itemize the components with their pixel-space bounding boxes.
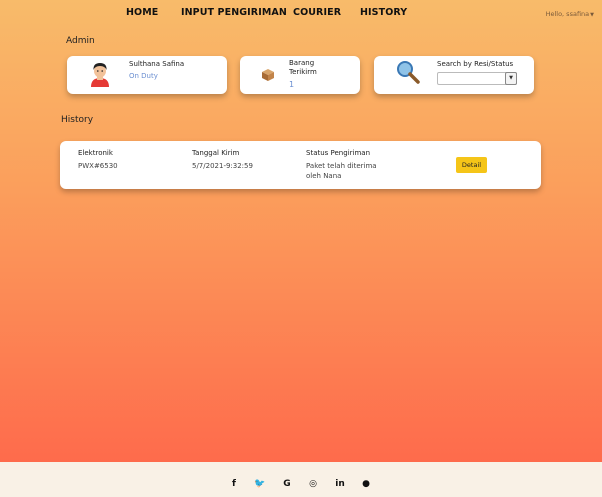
facebook-icon[interactable]: f xyxy=(228,479,240,489)
search-card: Search by Resi/Status ▼ xyxy=(374,56,534,94)
linkedin-icon[interactable]: in xyxy=(334,479,346,489)
user-menu[interactable]: Hello, ssafina▼ xyxy=(546,10,594,18)
delivered-label-line2: Terikirm xyxy=(289,68,317,76)
profile-status: On Duty xyxy=(129,72,158,80)
nav-item-input-pengiriman[interactable]: INPUT PENGIRIMAN xyxy=(181,7,287,18)
column-header-elektronik: Elektronik xyxy=(78,149,113,157)
delivered-card: Barang Terikirm 1 xyxy=(240,56,360,94)
column-header-status-pengiriman: Status Pengiriman xyxy=(306,149,371,157)
delivered-label: Barang Terikirm xyxy=(289,59,317,77)
user-greeting: Hello, ssafina xyxy=(545,10,590,18)
history-row-status-line2: oleh Nana xyxy=(306,172,342,180)
top-nav: HOME INPUT PENGIRIMAN COURIER HISTORY xyxy=(0,7,602,19)
admin-section-title: Admin xyxy=(66,36,95,46)
nav-item-courier[interactable]: COURIER xyxy=(293,7,341,18)
detail-button[interactable]: Detail xyxy=(456,157,487,173)
chevron-down-icon: ▼ xyxy=(590,12,594,18)
history-row-resi: PWX#6530 xyxy=(78,162,118,170)
history-section-title: History xyxy=(61,115,94,125)
history-card: Elektronik Tanggal Kirim Status Pengirim… xyxy=(60,141,541,189)
twitter-icon[interactable]: 🐦 xyxy=(254,479,266,489)
history-row-status: Paket telah diterima oleh Nana xyxy=(306,161,377,181)
profile-card: Sulthana Safina On Duty xyxy=(67,56,227,94)
person-avatar-icon xyxy=(91,63,109,87)
search-select[interactable]: ▼ xyxy=(437,72,517,85)
footer: f 🐦 G ◎ in ● xyxy=(0,462,602,497)
delivered-count: 1 xyxy=(289,80,295,89)
github-icon[interactable]: ● xyxy=(360,479,372,489)
main-area: HOME INPUT PENGIRIMAN COURIER HISTORY He… xyxy=(0,0,602,462)
magnifier-icon xyxy=(397,61,420,84)
delivered-label-line1: Barang xyxy=(289,59,315,67)
history-row-date: 5/7/2021-9:32:59 xyxy=(192,162,253,170)
nav-item-history[interactable]: HISTORY xyxy=(360,7,407,18)
instagram-icon[interactable]: ◎ xyxy=(307,479,319,489)
search-label: Search by Resi/Status xyxy=(437,60,514,68)
nav-item-home[interactable]: HOME xyxy=(126,7,158,18)
column-header-tanggal-kirim: Tanggal Kirim xyxy=(192,149,240,157)
profile-name: Sulthana Safina xyxy=(129,60,185,68)
google-icon[interactable]: G xyxy=(281,479,293,489)
package-box-icon xyxy=(262,69,274,81)
history-row-status-line1: Paket telah diterima xyxy=(306,162,377,170)
chevron-down-icon[interactable]: ▼ xyxy=(505,72,517,85)
